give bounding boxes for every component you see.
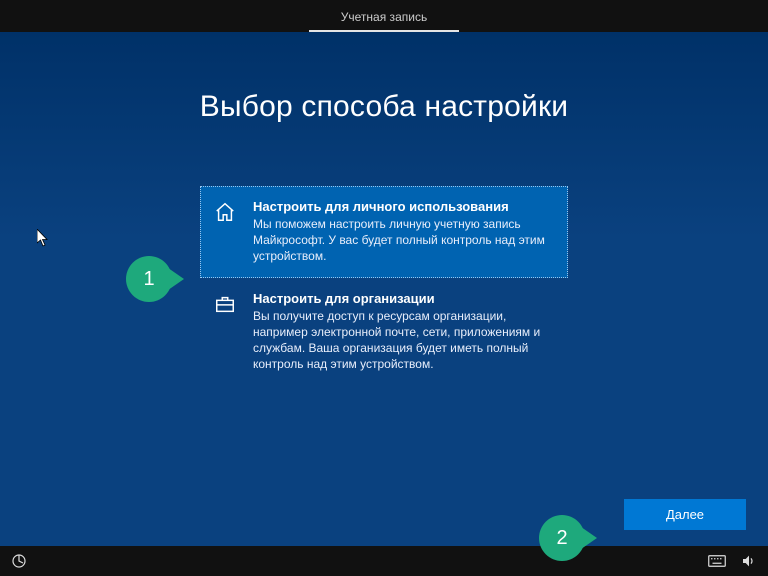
annotation-1: 1 [126,256,184,302]
bottom-bar [0,546,768,576]
tab-account: Учетная запись [309,4,459,32]
page-title: Выбор способа настройки [200,90,569,124]
briefcase-icon [213,291,237,373]
home-icon [213,199,237,265]
option-personal-title: Настроить для личного использования [253,199,553,214]
option-org-title: Настроить для организации [253,291,553,306]
cursor-icon [37,229,49,247]
top-bar: Учетная запись [0,0,768,32]
option-organization[interactable]: Настроить для организации Вы получите до… [200,278,568,386]
option-org-desc: Вы получите доступ к ресурсам организаци… [253,308,553,373]
option-personal-desc: Мы поможем настроить личную учетную запи… [253,216,553,265]
volume-icon[interactable] [740,552,758,570]
setup-options: Настроить для личного использования Мы п… [200,186,568,385]
keyboard-icon[interactable] [708,552,726,570]
ease-of-access-icon[interactable] [10,552,28,570]
next-button[interactable]: Далее [624,499,746,530]
option-personal[interactable]: Настроить для личного использования Мы п… [200,186,568,278]
main-pane: Выбор способа настройки Настроить для ли… [0,32,768,546]
